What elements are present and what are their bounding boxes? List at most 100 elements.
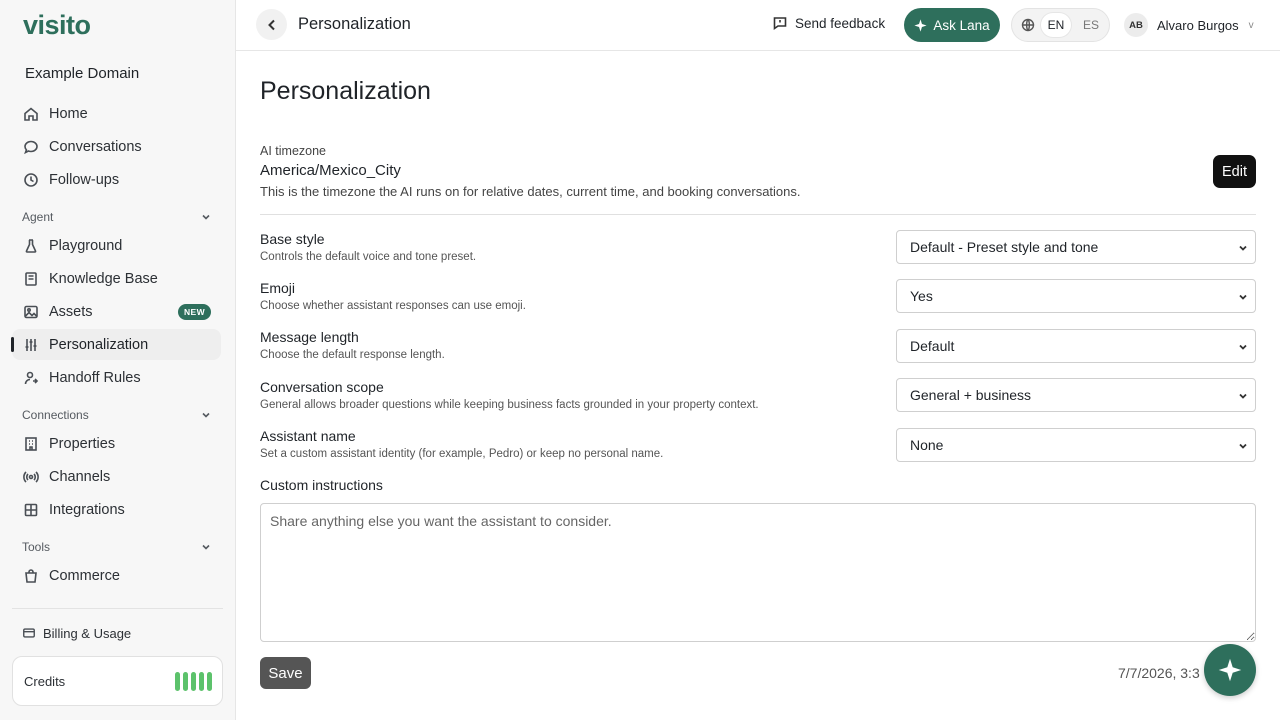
chevron-down-icon xyxy=(202,412,210,418)
chevron-down-icon: v xyxy=(1248,19,1254,31)
clock-icon xyxy=(23,172,39,188)
chevron-down-icon xyxy=(1239,443,1247,449)
sidebar-item-label: Playground xyxy=(49,237,123,254)
emoji-select[interactable]: Yes xyxy=(896,279,1256,313)
ask-lana-label: Ask Lana xyxy=(933,17,990,33)
sidebar-item-label: Personalization xyxy=(49,336,149,353)
custom-instructions-label: Custom instructions xyxy=(260,477,383,493)
sidebar-item-label: Follow-ups xyxy=(49,171,120,188)
chevron-left-icon xyxy=(267,19,275,30)
broadcast-icon xyxy=(23,469,39,485)
user-name: Alvaro Burgos xyxy=(1157,17,1239,33)
section-agent[interactable]: Agent xyxy=(22,210,212,224)
select-value: General + business xyxy=(910,387,1032,403)
sidebar-item-label: Assets xyxy=(49,303,93,320)
sidebar-item-properties[interactable]: Properties xyxy=(12,428,221,459)
credits-card[interactable]: Credits xyxy=(12,656,223,706)
puzzle-icon xyxy=(23,502,39,518)
sidebar-item-label: Handoff Rules xyxy=(49,369,141,386)
emoji-description: Choose whether assistant responses can u… xyxy=(260,300,526,312)
conversation-scope-label: Conversation scope xyxy=(260,379,384,395)
assistant-name-label: Assistant name xyxy=(260,428,356,444)
sidebar-item-label: Home xyxy=(49,105,88,122)
message-length-label: Message length xyxy=(260,329,359,345)
section-divider xyxy=(260,214,1256,215)
save-button[interactable]: Save xyxy=(260,657,311,689)
sidebar-item-label: Integrations xyxy=(49,501,125,518)
chat-bubble-icon xyxy=(23,139,39,155)
feedback-icon xyxy=(773,17,787,31)
credit-card-icon xyxy=(23,628,35,638)
sidebar-item-label: Channels xyxy=(49,468,111,485)
section-label: Connections xyxy=(22,408,89,422)
ask-lana-button[interactable]: Ask Lana xyxy=(904,8,1000,42)
select-value: Yes xyxy=(910,288,933,304)
sidebar-item-label: Commerce xyxy=(49,567,120,584)
feedback-label: Send feedback xyxy=(795,15,886,31)
sidebar-divider xyxy=(12,608,223,609)
sidebar-item-label: Knowledge Base xyxy=(49,270,158,287)
page-title: Personalization xyxy=(260,77,431,105)
sidebar-item-personalization[interactable]: Personalization xyxy=(11,329,221,360)
visito-logo[interactable]: visito xyxy=(23,10,91,41)
sidebar-item-label: Conversations xyxy=(49,138,142,155)
sidebar-item-follow-ups[interactable]: Follow-ups xyxy=(12,164,221,195)
book-icon xyxy=(23,271,39,287)
back-button[interactable] xyxy=(256,9,287,40)
sidebar-item-knowledge-base[interactable]: Knowledge Base xyxy=(12,263,221,294)
billing-usage-link[interactable]: Billing & Usage xyxy=(12,621,131,645)
custom-instructions-textarea[interactable] xyxy=(260,503,1256,642)
sparkle-icon xyxy=(1218,658,1242,682)
assistant-name-select[interactable]: None xyxy=(896,428,1256,462)
select-value: Default xyxy=(910,338,955,354)
sidebar-item-label: Properties xyxy=(49,435,116,452)
sidebar: visito Example Domain Home Conversations… xyxy=(0,0,236,720)
chevron-down-icon xyxy=(1239,245,1247,251)
sidebar-item-home[interactable]: Home xyxy=(12,98,221,129)
conversation-scope-select[interactable]: General + business xyxy=(896,378,1256,412)
domain-name[interactable]: Example Domain xyxy=(25,65,139,82)
sidebar-item-assets[interactable]: Assets NEW xyxy=(12,296,221,327)
shopping-bag-icon xyxy=(23,568,39,584)
billing-label: Billing & Usage xyxy=(43,625,132,641)
credits-label: Credits xyxy=(24,673,66,689)
last-saved-timestamp: 7/7/2026, 3:3 xyxy=(1118,665,1200,681)
globe-icon xyxy=(1021,18,1035,32)
section-label: Tools xyxy=(22,540,51,554)
sidebar-item-playground[interactable]: Playground xyxy=(12,230,221,261)
new-badge: NEW xyxy=(177,303,211,320)
sidebar-item-conversations[interactable]: Conversations xyxy=(12,131,221,162)
select-value: Default - Preset style and tone xyxy=(910,239,1099,255)
user-handoff-icon xyxy=(23,370,39,386)
sliders-icon xyxy=(23,337,39,353)
image-icon xyxy=(23,304,39,320)
avatar: AB xyxy=(1124,13,1148,37)
message-length-select[interactable]: Default xyxy=(896,329,1256,363)
emoji-label: Emoji xyxy=(260,280,296,296)
language-en-button[interactable]: EN xyxy=(1041,13,1071,37)
section-connections[interactable]: Connections xyxy=(22,408,212,422)
section-tools[interactable]: Tools xyxy=(22,540,212,554)
language-es-button[interactable]: ES xyxy=(1077,13,1105,37)
chevron-down-icon xyxy=(202,544,210,550)
user-menu[interactable]: AB Alvaro Burgos v xyxy=(1124,13,1254,37)
message-length-description: Choose the default response length. xyxy=(260,349,445,361)
lana-assistant-fab[interactable] xyxy=(1204,644,1256,696)
timezone-description: This is the timezone the AI runs on for … xyxy=(260,184,801,199)
sidebar-item-integrations[interactable]: Integrations xyxy=(12,494,221,525)
edit-timezone-button[interactable]: Edit xyxy=(1213,155,1256,188)
chevron-down-icon xyxy=(1239,344,1247,350)
credits-meter xyxy=(175,672,212,691)
chevron-down-icon xyxy=(202,214,210,220)
send-feedback-button[interactable]: Send feedback xyxy=(772,15,885,31)
building-icon xyxy=(23,436,39,452)
timezone-value: America/Mexico_City xyxy=(260,162,401,179)
sidebar-item-commerce[interactable]: Commerce xyxy=(12,560,221,591)
conversation-scope-description: General allows broader questions while k… xyxy=(260,399,759,411)
sidebar-item-handoff-rules[interactable]: Handoff Rules xyxy=(12,362,221,393)
sparkle-icon xyxy=(914,18,927,32)
sidebar-item-channels[interactable]: Channels xyxy=(12,461,221,492)
header-title: Personalization xyxy=(298,15,411,33)
base-style-description: Controls the default voice and tone pres… xyxy=(260,251,477,263)
base-style-select[interactable]: Default - Preset style and tone xyxy=(896,230,1256,264)
